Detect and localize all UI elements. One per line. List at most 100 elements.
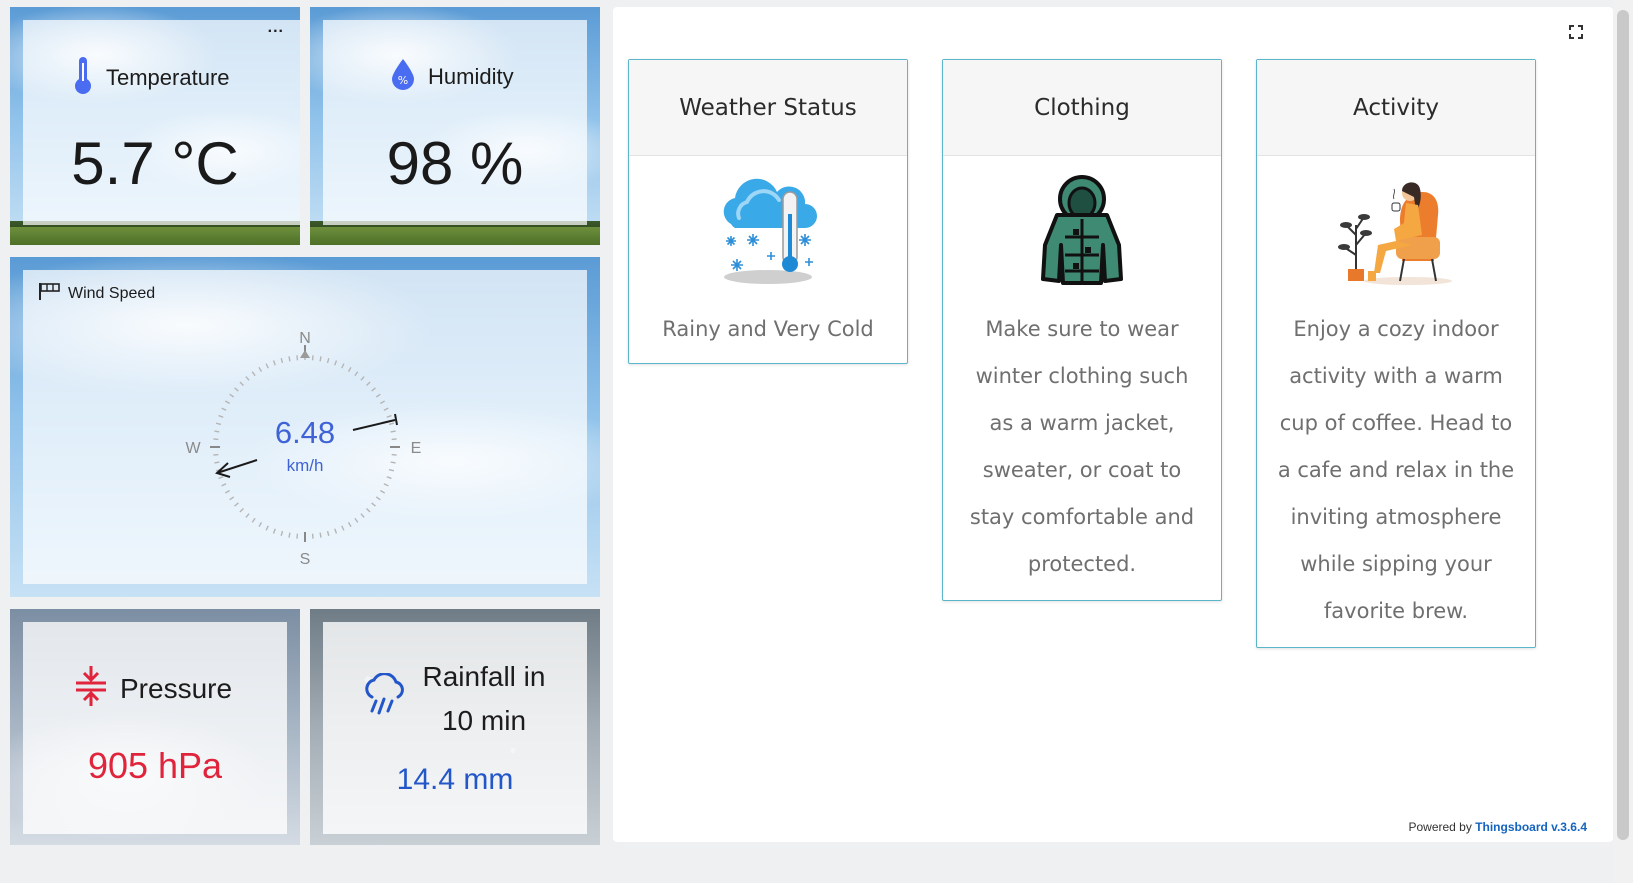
- weather-status-card: Weather Status Rainy and Very Cold: [628, 59, 908, 364]
- compass-tick: [341, 363, 345, 369]
- compass-tick: [375, 496, 381, 501]
- activity-title: Activity: [1257, 60, 1535, 156]
- pressure-value: 905 hPa: [87, 745, 223, 786]
- rainfall-card: Rainfall in 10 min 14.4 mm: [310, 609, 600, 845]
- compass-tick: [319, 532, 322, 538]
- weather-status-text: Rainy and Very Cold: [662, 317, 874, 341]
- more-options-icon[interactable]: ...: [268, 19, 284, 37]
- compass-tick: [288, 356, 291, 362]
- compass-tick: [272, 528, 276, 534]
- water-drop-icon: %: [390, 57, 416, 96]
- compass-tick: [265, 363, 269, 369]
- compass-tick: [280, 357, 284, 364]
- humidity-label: Humidity: [428, 63, 514, 89]
- compass-tick: [390, 430, 396, 433]
- pressure-card: Pressure 905 hPa: [10, 609, 300, 845]
- compass-tick: [218, 476, 224, 480]
- compass-tick: [224, 400, 231, 405]
- rainfall-label-line2: 10 min: [441, 705, 527, 736]
- wind-speed-card: Wind Speed N S W E 6.48 km/h: [10, 257, 600, 597]
- compass-tick: [234, 387, 239, 392]
- compass-tick: [388, 422, 395, 426]
- compass-west-label: W: [185, 440, 201, 457]
- compass-tick: [334, 360, 338, 366]
- compass-tick: [218, 414, 224, 418]
- compass-tick: [280, 530, 284, 537]
- compass-tick: [326, 357, 330, 364]
- compass-tick: [354, 517, 359, 523]
- compass-tick: [383, 407, 389, 411]
- svg-text:%: %: [398, 74, 408, 87]
- compass-tick: [360, 376, 365, 381]
- rainfall-value: 14.4 mm: [396, 763, 514, 796]
- activity-card: Activity Enjoy a cozy indoor activity wi…: [1256, 59, 1536, 648]
- compass-tick: [251, 371, 256, 377]
- compass-tick: [288, 532, 291, 538]
- wind-speed-unit: km/h: [287, 456, 324, 475]
- compass-tick: [383, 483, 389, 487]
- rainfall-label: Rainfall in 10 min: [410, 655, 558, 743]
- compass-tick: [319, 356, 322, 362]
- scrollbar-thumb[interactable]: [1617, 10, 1629, 840]
- compass-tick: [221, 483, 227, 487]
- woman-with-coffee-icon: [1257, 156, 1535, 306]
- wind-compass: N S W E 6.48 km/h: [185, 330, 421, 568]
- compass-tick: [366, 508, 371, 513]
- compass-tick: [245, 376, 250, 381]
- compass-tick: [229, 393, 235, 398]
- compass-tick: [214, 430, 220, 433]
- compass-tick: [386, 476, 392, 480]
- compass-tick: [360, 513, 365, 518]
- clothing-card: Clothing Make sure to wear winter clothi…: [942, 59, 1222, 601]
- compass-tick: [334, 528, 338, 534]
- temperature-label: Temperature: [106, 64, 230, 90]
- background-grass: [10, 227, 300, 245]
- rain-cloud-icon: [362, 672, 408, 722]
- clothing-text: Make sure to wear winter clothing such a…: [969, 317, 1195, 576]
- pressure-title: Pressure: [74, 665, 232, 712]
- compass-tick: [251, 517, 256, 523]
- thingsboard-link[interactable]: Thingsboard v.3.6.4: [1475, 820, 1587, 834]
- compass-tick: [386, 414, 392, 418]
- winter-jacket-icon: [943, 156, 1221, 306]
- compass-tick: [371, 387, 376, 392]
- compass-tick: [239, 381, 244, 386]
- snow-cloud-thermometer-icon: [629, 156, 907, 306]
- compass-tick: [375, 393, 381, 398]
- compass-north-label: N: [299, 330, 311, 347]
- compass-tick: [388, 468, 395, 472]
- compass-tick: [272, 360, 276, 366]
- compass-tick: [215, 422, 222, 426]
- fullscreen-icon[interactable]: [1569, 25, 1583, 44]
- wind-speed-value: 6.48: [275, 415, 335, 450]
- rainfall-label-line1: Rainfall in: [422, 661, 546, 692]
- powered-by-footer: Powered by Thingsboard v.3.6.4: [1408, 820, 1587, 834]
- compass-tick: [265, 525, 269, 531]
- humidity-value: 98 %: [386, 130, 524, 197]
- temperature-value: 5.7 °C: [71, 130, 239, 197]
- compass-tick: [366, 381, 371, 386]
- compass-tick: [379, 400, 386, 405]
- compass-tick: [258, 366, 263, 373]
- pressure-label: Pressure: [120, 672, 233, 704]
- pressure-compress-icon: [74, 665, 108, 712]
- temperature-title: Temperature: [72, 55, 230, 100]
- pressure-panel: [23, 622, 287, 834]
- humidity-card: % Humidity 98 %: [310, 7, 600, 245]
- compass-tick: [347, 366, 352, 373]
- compass-tick: [239, 508, 244, 513]
- compass-tick: [234, 502, 239, 507]
- compass-tick: [245, 513, 250, 518]
- compass-tick: [354, 371, 359, 377]
- recommendations-panel: Weather Status Rainy and Very Cold Cloth…: [613, 7, 1613, 842]
- temperature-card: ... Temperature 5.7 °C: [10, 7, 300, 245]
- thermometer-icon: [72, 55, 94, 100]
- humidity-title: % Humidity: [390, 57, 514, 96]
- activity-text: Enjoy a cozy indoor activity with a warm…: [1277, 317, 1515, 623]
- compass-tick: [371, 502, 376, 507]
- background-grass: [310, 227, 600, 245]
- compass-tick: [347, 521, 352, 528]
- compass-tick: [258, 521, 263, 528]
- weather-status-title: Weather Status: [629, 60, 907, 156]
- compass-tick: [214, 461, 220, 464]
